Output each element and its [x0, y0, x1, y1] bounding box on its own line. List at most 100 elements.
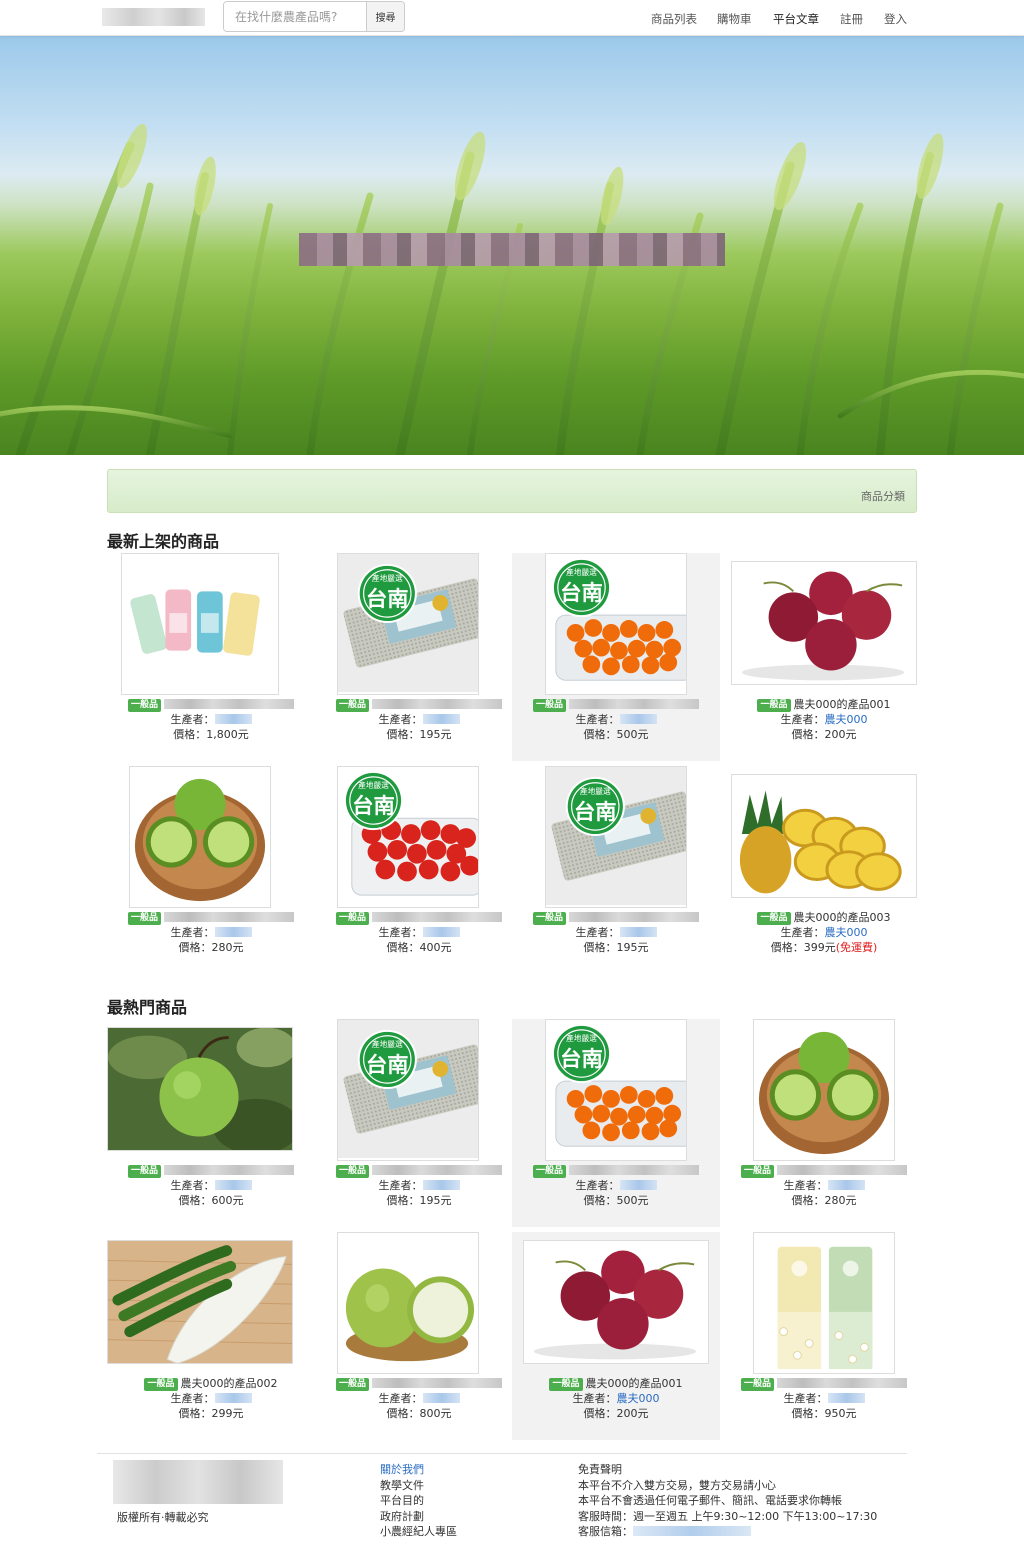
nav-articles[interactable]: 平台文章	[773, 11, 819, 27]
product-name-blurred[interactable]	[777, 1378, 907, 1388]
product-name-line[interactable]: 一般品	[512, 1164, 720, 1178]
product-name-line[interactable]: 一般品	[107, 911, 315, 925]
product-card[interactable]: 一般品 生產者： 價格：280元	[720, 1019, 928, 1227]
product-card[interactable]: 一般品 農夫000的產品002 生產者： 價格：299元	[107, 1232, 315, 1440]
product-card[interactable]: 一般品 農夫000的產品001 生產者：農夫000 價格：200元	[512, 1232, 720, 1440]
producer-link-blurred[interactable]	[827, 1393, 865, 1403]
product-card[interactable]: 一般品 生產者： 價格：800元	[315, 1232, 523, 1440]
product-card[interactable]: 一般品 生產者： 價格：280元	[107, 766, 315, 974]
producer-link[interactable]: 農夫000	[825, 926, 868, 939]
producer-link-blurred[interactable]	[214, 927, 252, 937]
product-name-blurred[interactable]	[777, 1165, 907, 1175]
product-card[interactable]: 一般品 農夫000的產品001 生產者：農夫000 價格：200元	[720, 553, 928, 761]
product-name-blurred[interactable]	[569, 1165, 699, 1175]
orange-tomato-image[interactable]: 產地嚴選 台南	[545, 553, 687, 695]
category-bar[interactable]: 商品分類	[107, 469, 917, 513]
producer-link-blurred[interactable]	[422, 927, 460, 937]
rice-pack-image[interactable]: 產地嚴選 台南	[337, 1019, 479, 1161]
producer-link-blurred[interactable]	[214, 1180, 252, 1190]
product-name-blurred[interactable]	[372, 912, 502, 922]
product-name-line[interactable]: 一般品 農夫000的產品002	[107, 1377, 315, 1391]
product-name[interactable]: 農夫000的產品001	[794, 698, 891, 711]
guava-image[interactable]	[337, 1232, 479, 1374]
nav-cart[interactable]: 購物車	[717, 11, 752, 27]
producer-line: 生產者：農夫000	[720, 926, 928, 940]
lime-bowl-image[interactable]	[129, 766, 271, 908]
product-name-blurred[interactable]	[164, 912, 294, 922]
nav-login[interactable]: 登入	[884, 11, 907, 27]
product-card[interactable]: 產地嚴選 台南 一般品 生產者： 價格：400元	[315, 766, 523, 974]
category-label[interactable]: 商品分類	[861, 488, 905, 504]
tea-cans-image[interactable]	[121, 553, 279, 695]
passion-fruit-image[interactable]	[731, 561, 917, 685]
producer-link-blurred[interactable]	[422, 1393, 460, 1403]
product-card[interactable]: 產地嚴選 台南 一般品 生產者： 價格：500元	[512, 1019, 720, 1227]
product-name-line[interactable]: 一般品	[512, 911, 720, 925]
nav-product-list[interactable]: 商品列表	[651, 11, 697, 27]
product-name[interactable]: 農夫000的產品003	[794, 911, 891, 924]
svg-text:產地嚴選: 產地嚴選	[372, 1039, 403, 1049]
product-card[interactable]: 一般品 生產者： 價格：950元	[720, 1232, 928, 1440]
footer-link-purpose[interactable]: 平台目的	[380, 1493, 457, 1509]
footer-link-docs[interactable]: 教學文件	[380, 1478, 457, 1494]
product-name-line[interactable]: 一般品	[107, 698, 315, 712]
product-name-blurred[interactable]	[569, 912, 699, 922]
footer-link-broker[interactable]: 小農經紀人專區	[380, 1524, 457, 1540]
product-card[interactable]: 產地嚴選 台南 一般品 生產者： 價格：500元	[512, 553, 720, 761]
product-card[interactable]: 一般品 生產者： 價格：600元	[107, 1019, 315, 1227]
product-card[interactable]: 產地嚴選 台南 一般品 生產者： 價格：195元	[315, 553, 523, 761]
footer-link-government[interactable]: 政府計劃	[380, 1509, 457, 1525]
product-name-line[interactable]: 一般品	[512, 698, 720, 712]
search-input[interactable]	[224, 2, 367, 31]
producer-link-blurred[interactable]	[214, 714, 252, 724]
pineapple-image[interactable]	[731, 774, 917, 898]
product-name-line[interactable]: 一般品	[315, 698, 523, 712]
producer-link[interactable]: 農夫000	[617, 1392, 660, 1405]
price-value: 195元	[616, 941, 649, 954]
product-name-blurred[interactable]	[372, 1378, 502, 1388]
product-name-line[interactable]: 一般品 農夫000的產品001	[720, 698, 928, 712]
site-logo[interactable]	[102, 8, 205, 26]
producer-link-blurred[interactable]	[619, 927, 657, 937]
orange-tomato-image[interactable]: 產地嚴選 台南	[545, 1019, 687, 1161]
producer-link[interactable]: 農夫000	[825, 713, 868, 726]
service-email-blurred[interactable]	[633, 1526, 751, 1536]
product-name-blurred[interactable]	[569, 699, 699, 709]
product-name[interactable]: 農夫000的產品001	[586, 1377, 683, 1390]
producer-link-blurred[interactable]	[619, 714, 657, 724]
product-card[interactable]: 一般品 生產者： 價格：1,800元	[107, 553, 315, 761]
product-name[interactable]: 農夫000的產品002	[181, 1377, 278, 1390]
passion-fruit-image[interactable]	[523, 1240, 709, 1364]
product-name-line[interactable]: 一般品	[315, 1377, 523, 1391]
producer-link-blurred[interactable]	[214, 1393, 252, 1403]
rice-pack-image[interactable]: 產地嚴選 台南	[545, 766, 687, 908]
product-name-line[interactable]: 一般品	[315, 911, 523, 925]
search-button[interactable]: 搜尋	[366, 2, 404, 31]
producer-link-blurred[interactable]	[827, 1180, 865, 1190]
product-name-line[interactable]: 一般品 農夫000的產品003	[720, 911, 928, 925]
lime-bowl-image[interactable]	[753, 1019, 895, 1161]
product-card[interactable]: 產地嚴選 台南 一般品 生產者： 價格：195元	[315, 1019, 523, 1227]
cucumber-bittermelon-image[interactable]	[107, 1240, 293, 1364]
red-tomato-image[interactable]: 產地嚴選 台南	[337, 766, 479, 908]
nav-register[interactable]: 註冊	[840, 11, 863, 27]
product-card[interactable]: 一般品 農夫000的產品003 生產者：農夫000 價格：399元(免運費)	[720, 766, 928, 974]
product-name-line[interactable]: 一般品	[720, 1164, 928, 1178]
producer-label: 生產者：	[572, 1392, 617, 1405]
pomelo-tree-image[interactable]	[107, 1027, 293, 1151]
product-name-line[interactable]: 一般品	[315, 1164, 523, 1178]
product-card[interactable]: 產地嚴選 台南 一般品 生產者： 價格：195元	[512, 766, 720, 974]
product-name-blurred[interactable]	[372, 1165, 502, 1175]
tea-tubes-image[interactable]	[753, 1232, 895, 1374]
producer-link-blurred[interactable]	[422, 714, 460, 724]
product-name-blurred[interactable]	[372, 699, 502, 709]
footer-link-about[interactable]: 關於我們	[380, 1463, 424, 1476]
product-name-blurred[interactable]	[164, 1165, 294, 1175]
product-name-blurred[interactable]	[164, 699, 294, 709]
product-name-line[interactable]: 一般品 農夫000的產品001	[512, 1377, 720, 1391]
product-name-line[interactable]: 一般品	[720, 1377, 928, 1391]
product-name-line[interactable]: 一般品	[107, 1164, 315, 1178]
producer-link-blurred[interactable]	[422, 1180, 460, 1190]
rice-pack-image[interactable]: 產地嚴選 台南	[337, 553, 479, 695]
producer-link-blurred[interactable]	[619, 1180, 657, 1190]
